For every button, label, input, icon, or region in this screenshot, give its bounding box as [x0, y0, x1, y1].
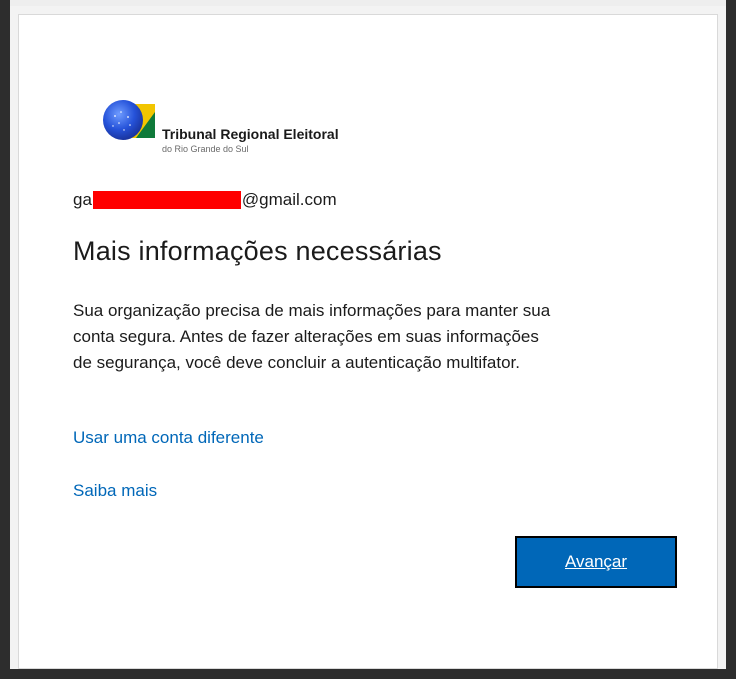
logo-title: Tribunal Regional Eleitoral — [162, 126, 339, 142]
page-title: Mais informações necessárias — [73, 236, 442, 266]
bottom-edge — [0, 669, 736, 679]
redaction-bar — [92, 191, 241, 209]
learn-more-link[interactable]: Saiba mais — [73, 481, 157, 501]
email-prefix: ga — [73, 190, 92, 209]
top-edge — [0, 0, 736, 6]
description-text: Sua organização precisa de mais informaç… — [73, 298, 683, 376]
email-suffix: @gmail.com — [241, 190, 337, 209]
account-email: ga @gmail.com — [73, 187, 337, 213]
window-frame: Tribunal Regional Eleitoral do Rio Grand… — [0, 0, 736, 679]
description-line: conta segura. Antes de fazer alterações … — [73, 327, 539, 346]
description-line: Sua organização precisa de mais informaç… — [73, 301, 551, 320]
organization-logo: Tribunal Regional Eleitoral do Rio Grand… — [103, 90, 403, 154]
left-edge — [0, 0, 10, 679]
logo-subtitle: do Rio Grande do Sul — [162, 144, 249, 154]
description-line: de segurança, você deve concluir a auten… — [73, 353, 520, 372]
use-other-account-link[interactable]: Usar uma conta diferente — [73, 428, 264, 448]
tre-emblem-icon — [103, 100, 155, 140]
right-edge — [726, 0, 736, 679]
next-button[interactable]: Avançar — [515, 536, 677, 588]
